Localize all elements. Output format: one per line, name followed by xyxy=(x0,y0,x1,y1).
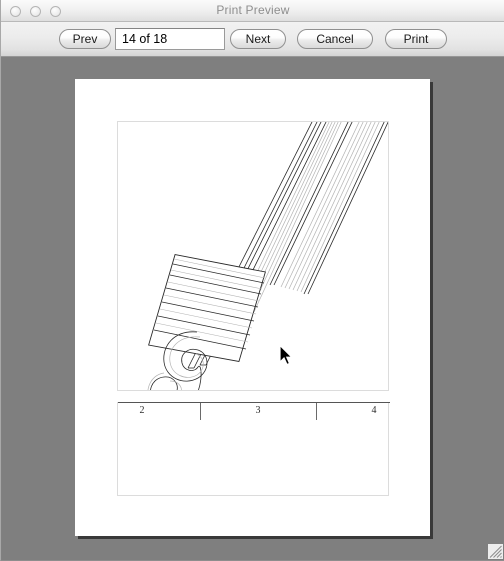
axis-tick-label: 3 xyxy=(255,405,261,416)
drawing-frame xyxy=(117,121,389,391)
cancel-button[interactable]: Cancel xyxy=(297,29,373,49)
technical-drawing xyxy=(147,122,388,390)
preview-page-sheet: 2 3 4 xyxy=(75,79,430,536)
axis-tick-label: 2 xyxy=(139,405,145,416)
resize-handle[interactable] xyxy=(488,544,503,559)
window-title: Print Preview xyxy=(216,3,290,17)
page-number-input[interactable]: 14 of 18 xyxy=(115,28,225,50)
next-page-button[interactable]: Next xyxy=(230,29,286,49)
print-button[interactable]: Print xyxy=(385,29,447,49)
prev-page-button[interactable]: Prev xyxy=(59,29,111,49)
ruler-scale: 2 3 4 xyxy=(117,402,390,496)
preview-canvas[interactable]: 2 3 4 xyxy=(2,57,504,560)
axis-tick xyxy=(316,403,317,420)
axis-rule xyxy=(118,402,390,403)
axis-tick xyxy=(200,403,201,420)
window-titlebar[interactable]: Print Preview xyxy=(1,0,504,22)
print-preview-window: Print Preview Prev 14 of 18 Next Cancel … xyxy=(0,0,504,561)
axis-tick-label: 4 xyxy=(371,405,377,416)
